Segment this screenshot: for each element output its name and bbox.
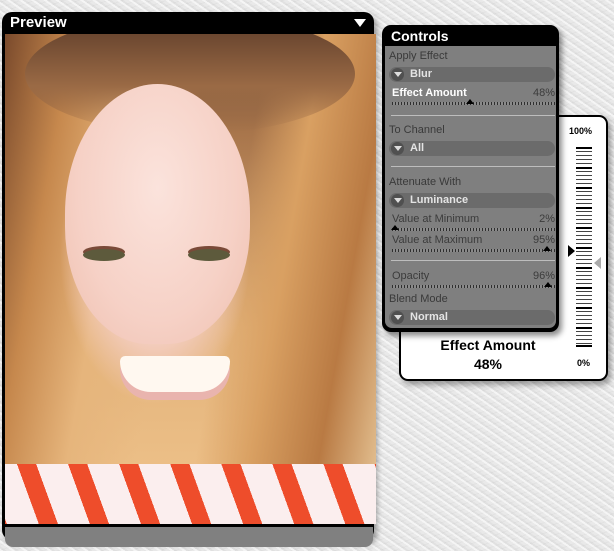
scale-major-tick (576, 227, 592, 229)
scale-major-tick (576, 187, 592, 189)
effect-amount-label: Effect Amount (392, 87, 467, 99)
apply-effect-dropdown[interactable]: Blur (389, 67, 555, 82)
slider-track[interactable] (392, 249, 555, 252)
chevron-down-icon (391, 311, 404, 324)
opacity-value: 96% (532, 270, 555, 282)
effect-amount-value: 48% (532, 87, 555, 99)
scale-major-tick (576, 307, 592, 309)
preview-image (5, 34, 376, 524)
scale-major-tick (576, 287, 592, 289)
scale-major-tick (576, 147, 592, 149)
slider-thumb[interactable] (466, 99, 475, 104)
divider (391, 166, 555, 167)
slider-thumb[interactable] (544, 282, 553, 287)
readout-value: 48% (473, 356, 503, 372)
blend-mode-value: Normal (410, 311, 448, 323)
attenuate-with-label: Attenuate With (389, 176, 462, 188)
readout-title: Effect Amount (440, 337, 536, 353)
slider-thumb[interactable] (391, 225, 400, 230)
photo-face (65, 84, 250, 344)
scale-min-label: 0% (577, 358, 591, 368)
value-at-minimum-label: Value at Minimum (392, 213, 480, 225)
value-at-maximum-value: 95% (532, 234, 555, 246)
chevron-down-icon (391, 68, 404, 81)
attenuate-with-dropdown[interactable]: Luminance (389, 193, 555, 208)
chevron-down-icon (391, 142, 404, 155)
opacity-slider[interactable]: Opacity 96% (392, 270, 555, 292)
divider (391, 115, 555, 116)
opacity-label: Opacity (392, 270, 430, 282)
scale-pointer-icon[interactable] (568, 245, 575, 257)
effect-amount-scale[interactable] (576, 147, 592, 347)
scale-major-tick (576, 167, 592, 169)
scale-max-label: 100% (569, 126, 593, 136)
slider-track[interactable] (392, 285, 555, 288)
to-channel-dropdown[interactable]: All (389, 141, 555, 156)
controls-panel: Controls Apply Effect Blur Effect Amount… (382, 25, 559, 332)
triangle-down-icon[interactable] (354, 19, 366, 27)
value-at-maximum-slider[interactable]: Value at Maximum 95% (392, 234, 555, 256)
slider-thumb[interactable] (542, 246, 551, 251)
scale-major-tick (576, 247, 592, 249)
to-channel-label: To Channel (389, 124, 445, 136)
photo-mouth (120, 356, 230, 392)
slider-track[interactable] (392, 228, 555, 231)
scale-major-tick (576, 207, 592, 209)
scale-major-tick (576, 327, 592, 329)
scale-major-tick (576, 267, 592, 269)
blend-mode-label: Blend Mode (389, 293, 448, 305)
preview-footer-bar (5, 527, 373, 547)
photo-eye-right (188, 249, 230, 261)
scale-ghost-pointer-icon (594, 257, 601, 269)
chevron-down-icon (391, 194, 404, 207)
value-at-minimum-value: 2% (539, 213, 555, 225)
apply-effect-value: Blur (410, 68, 432, 80)
scale-major-tick (576, 345, 592, 347)
photo-shirt (5, 464, 376, 524)
to-channel-value: All (410, 142, 425, 154)
controls-title: Controls (391, 28, 449, 44)
effect-amount-slider[interactable]: Effect Amount 48% (392, 87, 555, 109)
attenuate-with-value: Luminance (410, 194, 469, 206)
value-at-minimum-slider[interactable]: Value at Minimum 2% (391, 213, 555, 235)
preview-title: Preview (10, 14, 67, 31)
blend-mode-dropdown[interactable]: Normal (389, 310, 555, 325)
controls-body: Apply Effect Blur Effect Amount 48% To C… (385, 46, 556, 328)
apply-effect-label: Apply Effect (389, 50, 448, 62)
value-at-maximum-label: Value at Maximum (392, 234, 483, 246)
preview-panel: Preview (2, 12, 376, 547)
divider (391, 260, 555, 261)
photo-eye-left (83, 249, 125, 261)
